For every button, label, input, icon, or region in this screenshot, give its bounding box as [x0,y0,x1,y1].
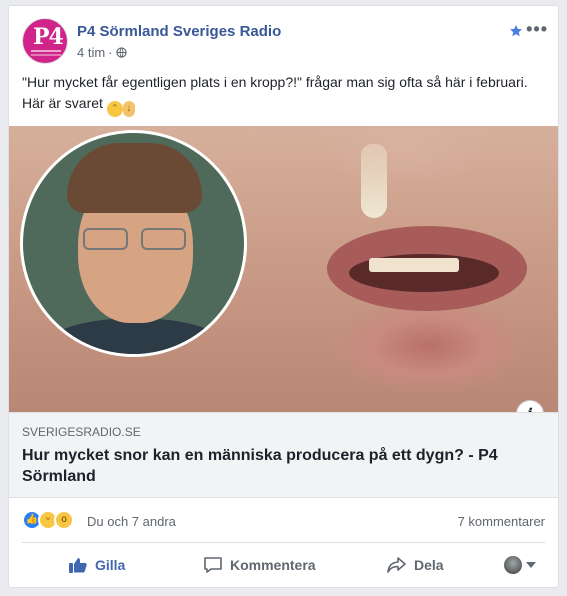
portrait-glasses [83,228,188,250]
thumbs-up-icon [69,558,87,573]
post-text: "Hur mycket får egentligen plats i en kr… [22,72,547,117]
wow-reaction-icon[interactable]: o [54,510,74,530]
actions-divider [22,542,545,543]
like-button[interactable]: Gilla [68,546,125,584]
portrait-shirt [43,318,228,354]
avatar-logo-lines [31,50,61,52]
share-icon [387,557,406,573]
link-domain: SVERIGESRADIO.SE [22,425,141,439]
share-button[interactable]: Dela [387,546,444,584]
post-header: P4 P4 Sörmland Sveriges Radio 4 tim · ••… [22,18,548,66]
comment-button[interactable]: Kommentera [203,546,316,584]
post-actions: Gilla Kommentera Dela [22,546,545,584]
comments-count[interactable]: 7 kommentarer [458,514,545,529]
star-icon[interactable] [509,24,523,38]
post-text-content: "Hur mycket får egentligen plats i en kr… [22,74,528,111]
post-meta: 4 tim · [77,45,127,60]
portrait-hair [67,143,202,213]
crying-face-emoji-icon: ᵔ [106,101,123,117]
chevron-down-icon [526,562,536,568]
avatar-logo-text: P4 [33,24,64,50]
reaction-stats: 👍 ᵕ o Du och 7 andra 7 kommentarer [22,508,545,532]
link-info[interactable]: SVERIGESRADIO.SE Hur mycket snor kan en … [9,412,558,498]
globe-icon[interactable] [115,47,127,58]
share-label: Dela [414,557,444,573]
link-preview-image[interactable] [9,126,558,412]
like-label: Gilla [95,557,126,573]
comment-icon [204,557,222,573]
link-title[interactable]: Hur mycket snor kan en människa producer… [22,445,527,487]
reaction-icons[interactable]: 👍 ᵕ o [22,510,74,530]
react-as-selector[interactable] [504,546,536,584]
more-options-icon[interactable]: ••• [526,20,548,38]
image-nose-detail [361,144,387,218]
meta-separator: · [108,45,113,60]
page-avatar[interactable]: P4 [22,18,68,64]
pointing-down-emoji-icon: ↓ [122,101,135,117]
person-portrait [20,130,247,357]
page-name-link[interactable]: P4 Sörmland Sveriges Radio [77,23,281,40]
post-time[interactable]: 4 tim [77,45,105,60]
post-card: P4 P4 Sörmland Sveriges Radio 4 tim · ••… [8,5,559,588]
image-teeth [369,258,459,272]
comment-label: Kommentera [230,557,316,573]
reaction-summary[interactable]: Du och 7 andra [87,514,176,529]
user-avatar [504,556,522,574]
